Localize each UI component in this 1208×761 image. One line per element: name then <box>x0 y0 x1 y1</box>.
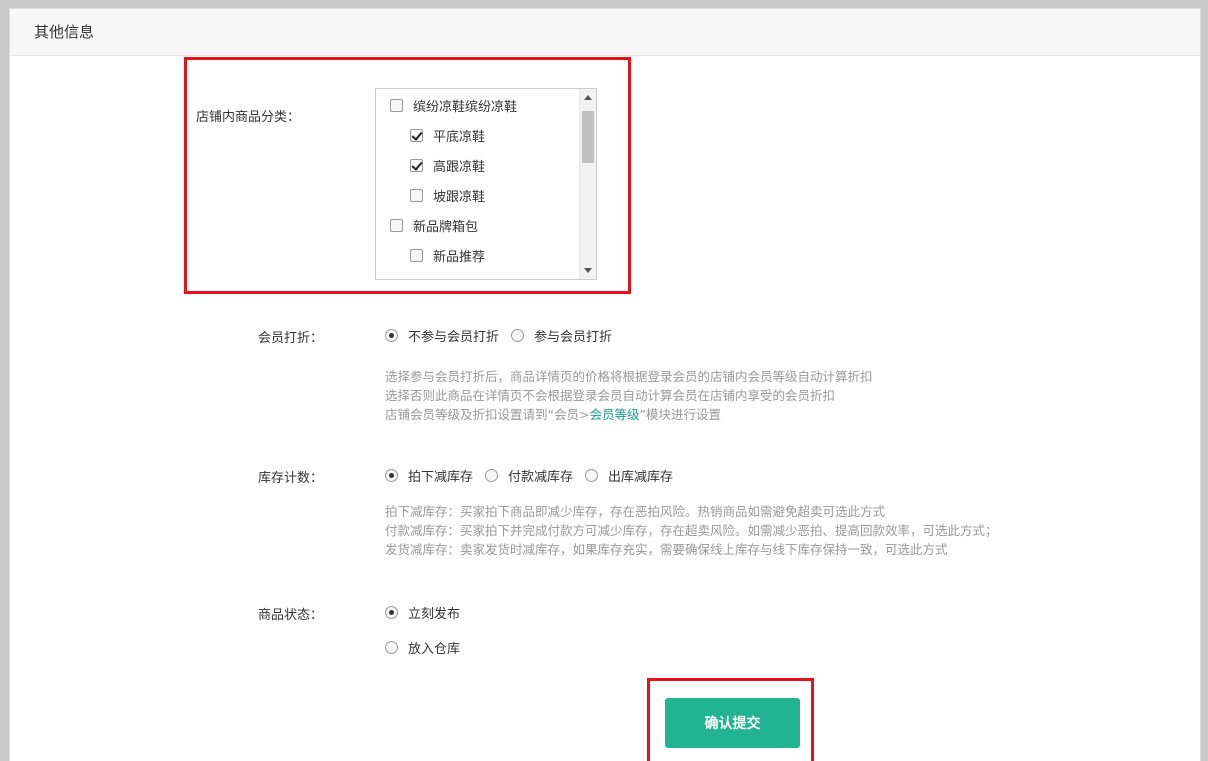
category-listbox[interactable]: 缤纷凉鞋缤纷凉鞋 平底凉鞋 高跟凉鞋 坡跟凉鞋 新品牌箱包 新品推荐 <box>375 88 597 280</box>
scroll-down-arrow-icon[interactable] <box>584 268 592 273</box>
category-item-label: 缤纷凉鞋缤纷凉鞋 <box>413 99 518 115</box>
category-checkbox[interactable] <box>390 218 403 232</box>
category-checkbox[interactable] <box>410 188 423 202</box>
category-item[interactable]: 缤纷凉鞋缤纷凉鞋 <box>390 95 517 115</box>
hint-line: 店铺会员等级及折扣设置请到“会员>会员等级”模块进行设置 <box>385 405 873 424</box>
radio-option-discount[interactable]: 参与会员打折 <box>511 326 612 345</box>
member-level-link[interactable]: 会员等级 <box>589 407 639 422</box>
category-item[interactable]: 平底凉鞋 <box>410 125 485 145</box>
category-item-label: 平底凉鞋 <box>433 129 486 145</box>
radio-button[interactable] <box>485 469 499 482</box>
radio-button[interactable] <box>385 606 398 619</box>
radio-option-store-warehouse[interactable]: 放入仓库 <box>385 638 460 657</box>
stock-count-radio-group: 拍下减库存 付款减库存 出库减库存 <box>385 466 685 485</box>
radio-button[interactable] <box>585 469 599 482</box>
radio-option-shipment-deduct[interactable]: 出库减库存 <box>585 466 673 485</box>
radio-option-payment-deduct[interactable]: 付款减库存 <box>485 466 573 485</box>
category-checkbox[interactable] <box>410 158 423 172</box>
category-item-label: 新品牌箱包 <box>413 219 479 235</box>
category-item[interactable]: 新品推荐 <box>410 245 485 265</box>
radio-label: 放入仓库 <box>408 642 461 657</box>
category-checkbox[interactable] <box>410 128 423 142</box>
hint-text: ”模块进行设置 <box>639 407 721 422</box>
hint-line: 付款减库存：买家拍下并完成付款方可减少库存，存在超卖风险。如需减少恶拍、提高回款… <box>385 523 998 538</box>
stock-count-hint: 拍下减库存：买家拍下商品即减少库存，存在恶拍风险。热销商品如需避免超卖可选此方式… <box>385 502 1200 559</box>
radio-label: 立刻发布 <box>408 607 461 622</box>
radio-label: 不参与会员打折 <box>408 330 500 345</box>
category-item[interactable]: 高跟凉鞋 <box>410 155 485 175</box>
product-status-label: 商品状态： <box>258 608 324 623</box>
scroll-up-arrow-icon[interactable] <box>584 95 592 100</box>
radio-button[interactable] <box>511 329 525 342</box>
radio-label: 出库减库存 <box>608 470 674 485</box>
scroll-thumb[interactable] <box>582 111 594 163</box>
category-item[interactable]: 坡跟凉鞋 <box>410 185 485 205</box>
category-checkbox[interactable] <box>390 98 403 112</box>
category-item[interactable]: 新品牌箱包 <box>390 215 478 235</box>
radio-button[interactable] <box>385 329 398 342</box>
hint-line: 拍下减库存：买家拍下商品即减少库存，存在恶拍风险。热销商品如需避免超卖可选此方式 <box>385 504 886 519</box>
radio-label: 参与会员打折 <box>534 330 613 345</box>
radio-label: 付款减库存 <box>508 470 574 485</box>
category-scrollbar[interactable] <box>579 89 596 279</box>
category-item-label: 坡跟凉鞋 <box>433 189 486 205</box>
member-discount-label: 会员打折： <box>258 331 324 346</box>
confirm-submit-button[interactable]: 确认提交 <box>665 698 800 748</box>
panel-title: 其他信息 <box>10 9 1200 56</box>
hint-line: 发货减库存：卖家发货时减库存，如果库存充实，需要确保线上库存与线下库存保持一致，… <box>385 542 948 557</box>
category-item-label: 高跟凉鞋 <box>433 159 486 175</box>
member-discount-radio-group: 不参与会员打折 参与会员打折 <box>385 326 624 345</box>
radio-button[interactable] <box>385 641 398 654</box>
category-item-label: 新品推荐 <box>433 249 486 265</box>
category-checkbox[interactable] <box>410 248 423 262</box>
radio-option-publish-now[interactable]: 立刻发布 <box>385 603 460 622</box>
hint-text: 店铺会员等级及折扣设置请到“会员> <box>385 407 590 422</box>
hint-line: 选择否则此商品在详情页不会根据登录会员自动计算会员在店铺内享受的会员折扣 <box>385 388 836 403</box>
radio-button[interactable] <box>385 469 398 482</box>
hint-line: 选择参与会员打折后，商品详情页的价格将根据登录会员的店铺内会员等级自动计算折扣 <box>385 369 873 384</box>
radio-option-no-discount[interactable]: 不参与会员打折 <box>385 326 499 345</box>
radio-option-order-deduct[interactable]: 拍下减库存 <box>385 466 473 485</box>
stock-count-label: 库存计数： <box>258 471 324 486</box>
radio-label: 拍下减库存 <box>408 470 474 485</box>
member-discount-hint: 选择参与会员打折后，商品详情页的价格将根据登录会员的店铺内会员等级自动计算折扣 … <box>385 367 873 424</box>
category-label: 店铺内商品分类： <box>196 110 301 125</box>
